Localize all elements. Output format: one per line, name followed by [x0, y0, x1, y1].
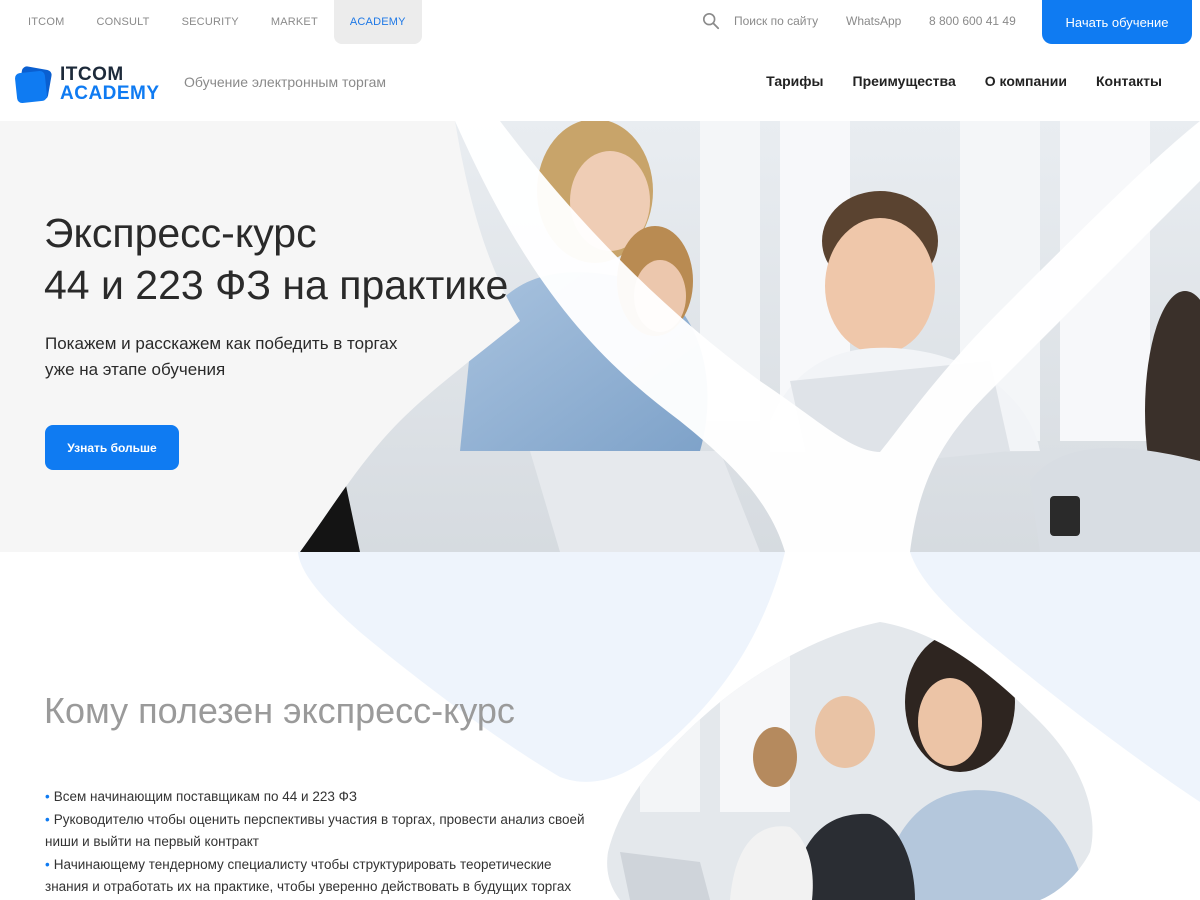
- site-search[interactable]: Поиск по сайту: [702, 12, 818, 30]
- tagline: Обучение электронным торгам: [184, 74, 387, 90]
- topnav-item-academy[interactable]: ACADEMY: [333, 0, 422, 44]
- main-nav: Тарифы Преимущества О компании Контакты: [766, 73, 1162, 89]
- bullet-dot: •: [45, 856, 50, 872]
- topnav-item-itcom[interactable]: ITCOM: [12, 0, 80, 44]
- logo[interactable]: ITCOM ACADEMY: [14, 64, 160, 104]
- phone-link[interactable]: 8 800 600 41 49: [929, 14, 1016, 28]
- main-header: ITCOM ACADEMY Обучение электронным торга…: [0, 44, 1200, 121]
- nav-contacts[interactable]: Контакты: [1096, 73, 1162, 89]
- list-item: • Всем начинающим поставщикам по 44 и 223…: [45, 786, 585, 809]
- top-nav: ITCOM CONSULT SECURITY MARKET ACADEMY: [12, 0, 422, 44]
- whatsapp-link[interactable]: WhatsApp: [846, 14, 901, 28]
- list-item-text: Начинающему тендерному специалисту чтобы…: [45, 856, 572, 895]
- nav-advantages[interactable]: Преимущества: [853, 73, 956, 89]
- bullet-dot: •: [45, 789, 50, 804]
- logo-text: ITCOM ACADEMY: [60, 65, 160, 103]
- list-item: • Начинающему тендерному специалисту чтоб…: [45, 854, 585, 899]
- search-icon[interactable]: [702, 12, 720, 30]
- list-item-text: Всем начинающим поставщикам по 44 и 223 …: [53, 789, 358, 804]
- nav-tariffs[interactable]: Тарифы: [766, 73, 823, 89]
- hero-section: Экспресс-курс 44 и 223 ФЗ на практике По…: [0, 121, 1200, 552]
- logo-line-2: ACADEMY: [60, 83, 160, 104]
- learn-more-button[interactable]: Узнать больше: [45, 425, 179, 470]
- start-learning-button[interactable]: Начать обучение: [1042, 0, 1192, 44]
- hero-subtitle-line-1: Покажем и расскажем как победить в торга…: [45, 334, 398, 353]
- nav-about[interactable]: О компании: [985, 73, 1067, 89]
- topnav-item-security[interactable]: SECURITY: [166, 0, 255, 44]
- topnav-item-consult[interactable]: CONSULT: [80, 0, 165, 44]
- audience-title: Кому полезен экспресс-курс: [44, 690, 515, 731]
- hero-subtitle-line-2: уже на этапе обучения: [45, 360, 226, 379]
- hero-subtitle: Покажем и расскажем как победить в торга…: [45, 331, 465, 383]
- hero-title-line-1: Экспресс-курс: [44, 210, 317, 256]
- logo-icon: [15, 66, 52, 103]
- hero-title: Экспресс-курс 44 и 223 ФЗ на практике: [44, 207, 508, 311]
- bullet-dot: •: [45, 811, 50, 827]
- audience-list: • Всем начинающим поставщикам по 44 и 223…: [45, 786, 585, 899]
- search-label[interactable]: Поиск по сайту: [734, 14, 818, 28]
- list-item-text: Руководителю чтобы оценить перспективы у…: [45, 811, 585, 850]
- topnav-item-market[interactable]: MARKET: [255, 0, 334, 44]
- logo-line-1: ITCOM: [60, 64, 124, 85]
- top-bar: ITCOM CONSULT SECURITY MARKET ACADEMY По…: [0, 0, 1200, 44]
- list-item: • Руководителю чтобы оценить перспективы …: [45, 809, 585, 854]
- hero-title-line-2: 44 и 223 ФЗ на практике: [44, 262, 509, 308]
